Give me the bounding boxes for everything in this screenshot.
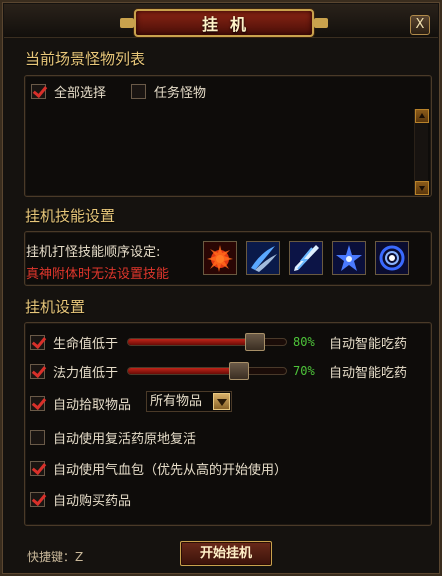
potion-pack-row[interactable]: 自动使用气血包（优先从高的开始使用） <box>30 459 287 478</box>
pickup-filter-select[interactable]: 所有物品 <box>146 391 232 412</box>
mp-label: 法力值低于 <box>53 366 119 381</box>
buy-potions-label: 自动购买药品 <box>53 494 132 509</box>
select-all-row[interactable]: 全部选择 <box>31 82 106 101</box>
title-plate: 挂机 <box>120 9 328 37</box>
select-all-label: 全部选择 <box>54 86 107 101</box>
lightning-blade-skill-icon[interactable] <box>289 241 323 275</box>
blue-slash-skill-icon[interactable] <box>246 241 280 275</box>
potion-pack-label: 自动使用气血包（优先从高的开始使用） <box>53 463 288 478</box>
scroll-down-button[interactable] <box>415 181 429 195</box>
buy-potions-checkbox[interactable] <box>30 492 45 507</box>
hp-slider-fill <box>128 339 255 345</box>
quest-monsters-label: 任务怪物 <box>154 86 207 101</box>
mp-percent: 70% <box>293 364 315 378</box>
monster-list-panel: 全部选择 任务怪物 <box>24 75 432 197</box>
mp-auto-label: 自动智能吃药 <box>329 366 408 381</box>
scroll-up-button[interactable] <box>415 109 429 123</box>
hp-percent: 80% <box>293 335 315 349</box>
mp-slider-fill <box>128 368 239 374</box>
hp-checkbox[interactable] <box>30 335 45 350</box>
buy-potions-row[interactable]: 自动购买药品 <box>30 490 131 509</box>
star-burst-skill-icon[interactable] <box>332 241 366 275</box>
hp-threshold-row: 生命值低于 <box>30 333 118 352</box>
mp-threshold-row: 法力值低于 <box>30 362 118 381</box>
monster-list-scrollbar[interactable] <box>414 109 429 195</box>
hotkey-hint: 快捷键：Z <box>27 550 84 564</box>
hp-slider-knob[interactable] <box>245 333 265 351</box>
skill-warning-text: 真神附体时无法设置技能 <box>26 267 170 282</box>
close-button[interactable]: X <box>410 15 430 35</box>
fire-burst-skill-icon[interactable] <box>203 241 237 275</box>
battle-settings-title: 挂机设置 <box>25 298 86 316</box>
auto-revive-label: 自动使用复活药原地复活 <box>53 432 197 447</box>
auto-revive-checkbox[interactable] <box>30 430 45 445</box>
quest-monsters-checkbox[interactable] <box>131 84 146 99</box>
skill-settings-title: 挂机技能设置 <box>25 207 116 225</box>
pickup-filter-value: 所有物品 <box>150 394 203 409</box>
auto-pickup-checkbox[interactable] <box>30 396 45 411</box>
potion-pack-checkbox[interactable] <box>30 461 45 476</box>
auto-revive-row[interactable]: 自动使用复活药原地复活 <box>30 428 196 447</box>
vortex-skill-icon[interactable] <box>375 241 409 275</box>
auto-battle-window: 挂机 X 当前场景怪物列表 全部选择 任务怪物 挂机技能设置 挂机打怪技能顺序设… <box>0 0 442 576</box>
monster-list-title: 当前场景怪物列表 <box>25 50 146 68</box>
skill-order-label: 挂机打怪技能顺序设定: <box>26 245 161 260</box>
mp-slider-knob[interactable] <box>229 362 249 380</box>
mp-slider-track[interactable] <box>127 367 287 375</box>
window-title: 挂机 <box>201 15 258 34</box>
hp-auto-label: 自动智能吃药 <box>329 337 408 352</box>
start-auto-battle-button[interactable]: 开始挂机 <box>180 541 272 566</box>
title-bar: 挂机 X <box>4 4 438 38</box>
mp-checkbox[interactable] <box>30 364 45 379</box>
auto-pickup-label: 自动拾取物品 <box>53 398 132 413</box>
auto-pickup-row[interactable]: 自动拾取物品 <box>30 394 131 413</box>
quest-monsters-row[interactable]: 任务怪物 <box>131 82 206 101</box>
hp-label: 生命值低于 <box>53 337 119 352</box>
chevron-down-icon[interactable] <box>213 393 230 410</box>
select-all-checkbox[interactable] <box>31 84 46 99</box>
